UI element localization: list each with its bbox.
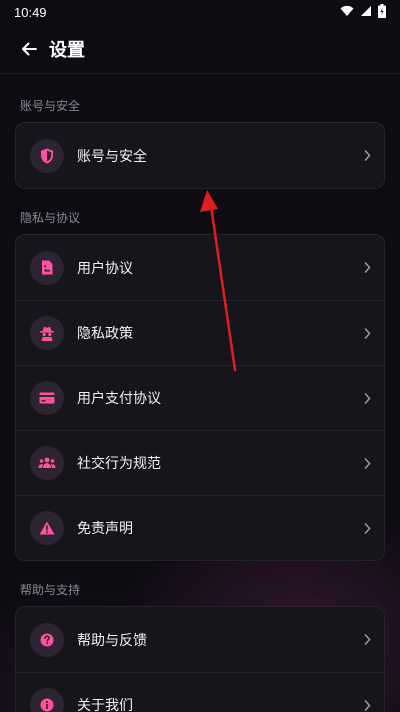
settings-item-label: 免责声明 [77, 520, 133, 536]
signal-icon [360, 5, 372, 20]
settings-item-disclaimer[interactable]: 免责声明 [16, 495, 384, 560]
app-bar: 设置 [0, 24, 400, 74]
settings-item-label: 帮助与反馈 [77, 631, 147, 648]
chevron-right-icon [362, 634, 372, 646]
chevron-right-icon [362, 262, 372, 274]
arrow-left-icon [22, 42, 37, 55]
section-label-privacy: 隐私与协议 [20, 211, 81, 225]
settings-item-social-conduct[interactable]: 社交行为规范 [16, 430, 384, 495]
settings-item-label: 账号与安全 [77, 147, 147, 164]
card-account: 账号与安全 [15, 122, 385, 189]
settings-item-account-security[interactable]: 账号与安全 [16, 123, 384, 188]
back-button[interactable] [17, 37, 41, 61]
card-privacy: 用户协议 隐私政策 用户支付协议 社交行为规范 免责声明 [15, 234, 385, 561]
settings-item-label: 社交行为规范 [77, 455, 161, 471]
settings-item-label: 用户支付协议 [77, 390, 161, 406]
status-icons [340, 3, 386, 21]
settings-item-payment-agreement[interactable]: 用户支付协议 [16, 365, 384, 430]
chevron-right-icon [362, 457, 372, 469]
credit-card-icon [30, 381, 64, 415]
battery-icon [378, 3, 386, 21]
settings-item-help-feedback[interactable]: 帮助与反馈 [16, 607, 384, 672]
card-help: 帮助与反馈 关于我们 [15, 606, 385, 712]
chevron-right-icon [362, 699, 372, 711]
settings-item-label: 用户协议 [77, 259, 133, 276]
status-bar: 10:49 [0, 0, 400, 24]
settings-item-about-us[interactable]: 关于我们 [16, 672, 384, 712]
warning-icon [30, 511, 64, 545]
shield-icon [30, 138, 64, 173]
chevron-right-icon [362, 150, 372, 162]
document-icon [30, 250, 64, 285]
chevron-right-icon [362, 392, 372, 404]
chevron-right-icon [362, 327, 372, 339]
page-title: 设置 [49, 39, 85, 60]
spy-icon [30, 316, 64, 350]
help-icon [30, 622, 64, 657]
wifi-icon [340, 5, 354, 20]
section-label-account: 账号与安全 [20, 99, 81, 113]
status-time: 10:49 [14, 4, 47, 20]
settings-item-user-agreement[interactable]: 用户协议 [16, 235, 384, 300]
settings-item-label: 隐私政策 [77, 325, 133, 341]
people-icon [30, 446, 64, 480]
info-icon [30, 688, 64, 712]
section-label-help: 帮助与支持 [20, 583, 81, 597]
settings-item-label: 关于我们 [77, 697, 133, 712]
chevron-right-icon [362, 522, 372, 534]
settings-item-privacy-policy[interactable]: 隐私政策 [16, 300, 384, 365]
